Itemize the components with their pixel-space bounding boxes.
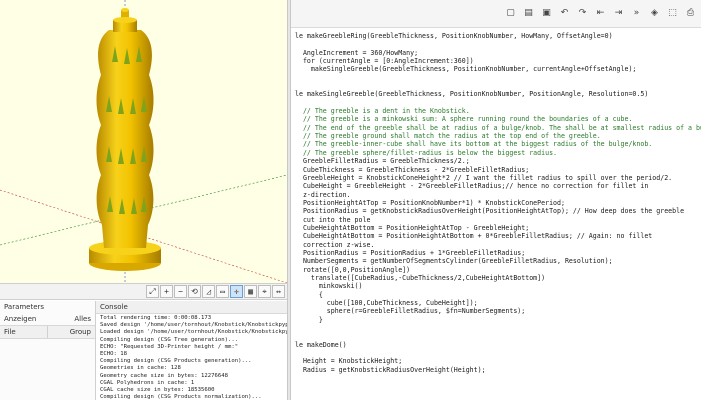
code-line[interactable]: AngleIncrement = 360/HowMany; xyxy=(295,49,701,57)
new-file-icon[interactable]: ▢ xyxy=(504,7,517,20)
code-line[interactable]: PositionRadius = PositionRadius + 1*Gree… xyxy=(295,249,701,257)
render-icon[interactable]: ◈ xyxy=(648,7,661,20)
code-line[interactable]: CubeThickness = GreebleThickness - 2*Gre… xyxy=(295,166,701,174)
code-line[interactable]: rotate([0,0,PositionAngle]) xyxy=(295,266,701,274)
zoom-in-icon[interactable]: + xyxy=(160,285,173,298)
console-line: Total rendering time: 0:00:08.173 xyxy=(100,315,212,321)
code-line[interactable]: translate([CubeRadius,-CubeThickness/2,C… xyxy=(295,274,701,282)
code-line[interactable] xyxy=(295,324,701,332)
console-line: ECHO: 18 xyxy=(100,351,127,358)
3d-viewport[interactable] xyxy=(0,0,287,283)
console-line: Loaded design '/home/user/tornhout/Knobs… xyxy=(100,329,287,336)
show-crosshairs-icon[interactable]: ⌖ xyxy=(258,285,271,298)
preset-value[interactable]: Anzeigen xyxy=(4,315,36,323)
code-line[interactable] xyxy=(295,82,701,90)
code-line[interactable]: { xyxy=(295,291,701,299)
code-line[interactable]: CubeHeight = GreebleHeight - 2*GreebleFi… xyxy=(295,182,701,190)
console-line: Saved design '/home/user/tornhout/Knobst… xyxy=(100,322,287,329)
code-line[interactable]: makeSingleGreeble(GreebleThickness, Posi… xyxy=(295,65,701,73)
code-line[interactable] xyxy=(295,74,701,82)
parameters-tab[interactable]: Parameters xyxy=(0,301,95,313)
redo-icon[interactable]: ↷ xyxy=(576,7,589,20)
code-line[interactable]: correction z-wise. xyxy=(295,241,701,249)
code-line[interactable]: } xyxy=(295,316,701,324)
unindent-icon[interactable]: ⇤ xyxy=(594,7,607,20)
code-editor[interactable]: ▢ ▤ ▣ ↶ ↷ ⇤ ⇥ » ◈ ⬚ ⎙ le makeGreebleRing… xyxy=(291,0,701,400)
code-text[interactable]: le makeGreebleRing(GreebleThickness, Pos… xyxy=(291,32,701,400)
code-line[interactable]: // The greeble sphere/fillet-radius is b… xyxy=(295,149,701,157)
parameters-header: File Group xyxy=(0,325,95,339)
show-axes-icon[interactable]: ✛ xyxy=(230,285,243,298)
indent-icon[interactable]: ⇥ xyxy=(612,7,625,20)
code-line[interactable] xyxy=(295,99,701,107)
console-line: Compiling design (CSG Tree generation)..… xyxy=(100,336,239,343)
code-line[interactable]: NumberSegments = getNumberOfSegmentsCyli… xyxy=(295,257,701,265)
parameters-panel: Parameters Anzeigen Alles File Group xyxy=(0,301,96,400)
zoom-out-icon[interactable]: − xyxy=(174,285,187,298)
code-line[interactable]: // The greeble-inner-cube shall have its… xyxy=(295,140,701,148)
code-line[interactable]: // The greeble ground shall match the ra… xyxy=(295,132,701,140)
code-line[interactable]: for (currentAngle = [0:AngleIncrement:36… xyxy=(295,57,701,65)
code-line[interactable]: // The greeble is a dent in the Knobstic… xyxy=(295,107,701,115)
code-line[interactable] xyxy=(295,40,701,48)
model-render xyxy=(0,0,287,283)
console-line: Geometries in cache: 128 xyxy=(100,365,181,372)
code-line[interactable] xyxy=(295,349,701,357)
reset-view-icon[interactable]: ⟲ xyxy=(188,285,201,298)
console-tab[interactable]: Console xyxy=(96,301,287,314)
preset-row: Anzeigen Alles xyxy=(0,313,95,325)
undo-icon[interactable]: ↶ xyxy=(558,7,571,20)
console-line: Geometry cache size in bytes: 12276648 xyxy=(100,372,228,379)
code-line[interactable]: CubeHeightAtBottom = PositionHeightAtBot… xyxy=(295,232,701,240)
code-line[interactable]: cut into the pole xyxy=(295,216,701,224)
col-file[interactable]: File xyxy=(0,326,47,338)
code-line[interactable]: // The end of the greeble shall be at ra… xyxy=(295,124,701,132)
console-line: CGAL cache size in bytes: 18535600 xyxy=(100,387,215,394)
code-line[interactable]: z-direction. xyxy=(295,191,701,199)
console-line: Compiling design (CSG Products generatio… xyxy=(100,358,252,365)
code-line[interactable]: le makeDome() xyxy=(295,341,701,349)
console-line: Compiling design (CSG Products normaliza… xyxy=(100,394,262,400)
viewport-toolbar: ⤢ + − ⟲ ◿ ▭ ✛ ▦ ⌖ ↔ xyxy=(0,283,287,300)
send-to-printer-icon[interactable]: ⎙ xyxy=(684,7,697,20)
code-line[interactable]: CubeHeightAtBottom = PositionHeightAtTop… xyxy=(295,224,701,232)
export-stl-icon[interactable]: ⬚ xyxy=(666,7,679,20)
code-line[interactable]: PositionHeightAtTop = PositionKnobNumber… xyxy=(295,199,701,207)
preview-icon[interactable]: » xyxy=(630,7,643,20)
code-line[interactable]: GreebleHeight = KnobstickConeHeight*2 //… xyxy=(295,174,701,182)
code-line[interactable]: minkowski() xyxy=(295,282,701,290)
code-line[interactable]: Height = KnobstickHeight; xyxy=(295,357,701,365)
show-edges-icon[interactable]: ▦ xyxy=(244,285,257,298)
code-line[interactable]: sphere(r=GreebleFilletRadius, $fn=Number… xyxy=(295,307,701,315)
code-line[interactable]: // The greeble is a minkowski sum: A sph… xyxy=(295,115,701,123)
console-line: CGAL Polyhedrons in cache: 1 xyxy=(100,379,195,386)
code-line[interactable]: cube([100,CubeThickness, CubeHeight]); xyxy=(295,299,701,307)
console-line: ECHO: "Requested 3D-Printer height / mm:… xyxy=(100,343,239,350)
console-panel: Console Total rendering time: 0:00:08.17… xyxy=(96,301,287,400)
code-line[interactable]: GreebleFilletRadius = GreebleThickness/2… xyxy=(295,157,701,165)
orthogonal-icon[interactable]: ▭ xyxy=(216,285,229,298)
open-file-icon[interactable]: ▤ xyxy=(522,7,535,20)
code-line[interactable]: PositionRadius = getKnobstickRadiusOverH… xyxy=(295,207,701,215)
show-scale-icon[interactable]: ↔ xyxy=(272,285,285,298)
code-line[interactable]: Radius = getKnobstickRadiusOverHeight(He… xyxy=(295,366,701,374)
editor-toolbar: ▢ ▤ ▣ ↶ ↷ ⇤ ⇥ » ◈ ⬚ ⎙ xyxy=(291,0,701,28)
col-group[interactable]: Group xyxy=(47,326,95,338)
code-line[interactable] xyxy=(295,332,701,340)
code-line[interactable]: le makeGreebleRing(GreebleThickness, Pos… xyxy=(295,32,701,40)
view-all-icon[interactable]: ⤢ xyxy=(146,285,159,298)
preset-label[interactable]: Alles xyxy=(74,315,91,323)
save-file-icon[interactable]: ▣ xyxy=(540,7,553,20)
perspective-icon[interactable]: ◿ xyxy=(202,285,215,298)
code-line[interactable]: le makeSingleGreeble(GreebleThickness, P… xyxy=(295,90,701,98)
console-output: Total rendering time: 0:00:08.173 Saved d… xyxy=(96,314,287,400)
